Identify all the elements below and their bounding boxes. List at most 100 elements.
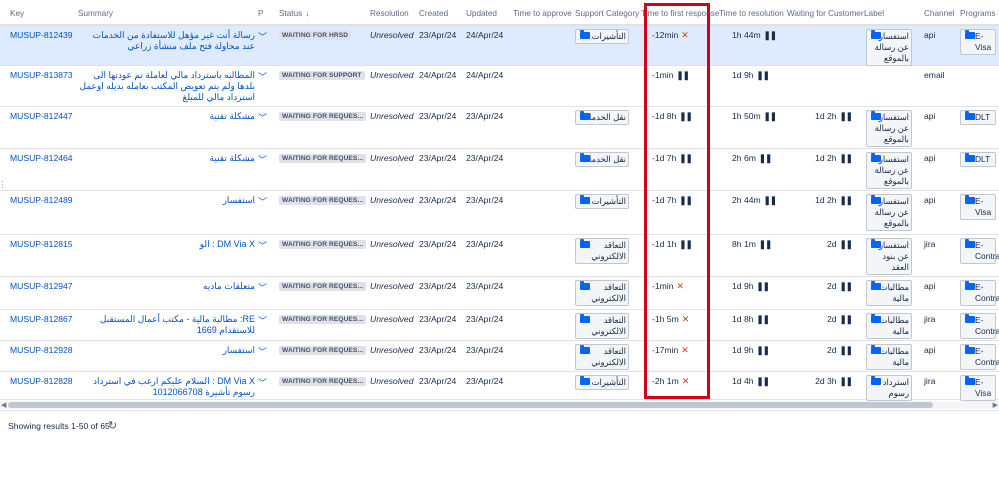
label-text: مطالبات مالية [879,282,909,303]
program-tag[interactable]: DLT [960,152,996,167]
priority-chevron-icon[interactable]: ﹀ [258,153,267,166]
label-tag[interactable]: مطالبات مالية [866,344,912,370]
issue-summary-link[interactable]: متعلقات ماديه [78,281,255,292]
col-label[interactable]: Label [864,9,884,18]
col-summary[interactable]: Summary [78,9,113,18]
program-tag[interactable]: E-Contract [960,238,999,264]
horizontal-scrollbar[interactable]: ◀ ▶ [0,401,999,409]
issue-key-link[interactable]: MUSUP-812828 [10,376,73,386]
table-row[interactable]: MUSUP-812464 مشكلة تقنية ﹀ WAITING FOR REQU… [0,149,999,191]
channel-value: email [924,70,945,80]
table-row[interactable]: MUSUP-812928 استفسار ﹀ WAITING FOR REQUES..… [0,341,999,372]
priority-chevron-icon[interactable]: ﹀ [258,239,267,252]
table-row[interactable]: MUSUP-812447 مشكلة تقنية ﹀ WAITING FOR REQU… [0,107,999,149]
program-tag[interactable]: E-Visa [960,375,996,401]
issue-summary-link[interactable]: DM Via X : السلام عليكم ارغب في استرداد … [78,376,255,398]
col-status[interactable]: Status ↓ [279,9,309,18]
priority-chevron-icon[interactable]: ﹀ [258,70,267,83]
col-resolution[interactable]: Resolution [370,9,409,18]
resolution-sla: 8h 1m ❚❚ [732,239,772,250]
issue-summary-link[interactable]: رسالة أنت غير مؤهل للاستفادة من الخدمات … [78,30,255,52]
issue-summary-link[interactable]: DM Via X : الو [78,239,255,250]
label-tag[interactable]: استفسار عن رسالة بالموقع [866,194,912,231]
channel-value: api [924,111,936,121]
col-waiting-for-customer[interactable]: Waiting for Customer [787,9,864,18]
priority-chevron-icon[interactable]: ﹀ [258,281,267,294]
table-row[interactable]: MUSUP-813873 المطالبه باسترداد مالي لعامل… [0,66,999,107]
table-row[interactable]: MUSUP-812947 متعلقات ماديه ﹀ WAITING FOR RE… [0,277,999,310]
support-category-tag[interactable]: التعاقد الالكتروني [575,313,629,339]
scroll-right-icon[interactable]: ▶ [993,401,998,409]
program-tag[interactable]: E-Visa [960,194,996,220]
program-tag[interactable]: E-Contract [960,344,999,370]
col-time-to-approve[interactable]: Time to approve [513,9,572,18]
folder-icon [965,345,975,354]
priority-chevron-icon[interactable]: ﹀ [258,111,267,124]
refresh-icon[interactable]: ↻ [108,419,117,432]
priority-chevron-icon[interactable]: ﹀ [258,195,267,208]
issue-key-link[interactable]: MUSUP-812947 [10,281,73,291]
channel-value: api [924,195,936,205]
support-category-tag[interactable]: التعاقد الالكتروني [575,238,629,264]
program-tag[interactable]: DLT [960,110,996,125]
issue-key-link[interactable]: MUSUP-813873 [10,70,73,80]
support-category-tag[interactable]: نقل الخدمات [575,110,629,125]
col-time-to-resolution[interactable]: Time to resolution [719,9,784,18]
program-tag[interactable]: E-Contract [960,280,999,306]
support-category-tag[interactable]: التأشيرات [575,375,629,390]
issue-summary-link[interactable]: مشكلة تقنية [78,111,255,122]
label-tag[interactable]: استفسار عن رسالة بالموقع [866,110,912,147]
col-support-category[interactable]: Support Category [575,9,639,18]
support-category-tag[interactable]: التعاقد الالكتروني [575,280,629,306]
issue-summary-link[interactable]: RE: مطالبة مالية - مكتب أعمال المستقبل ل… [78,314,255,336]
scrollbar-thumb[interactable] [8,402,933,408]
support-category-tag[interactable]: التعاقد الالكتروني [575,344,629,370]
col-key[interactable]: Key [10,9,24,18]
label-tag[interactable]: استفسار عن رسالة بالموقع [866,152,912,189]
col-channel[interactable]: Channel [924,9,955,18]
col-created[interactable]: Created [419,9,448,18]
priority-chevron-icon[interactable]: ﹀ [258,30,267,43]
issue-key-link[interactable]: MUSUP-812815 [10,239,73,249]
program-text: E-Visa [975,31,992,52]
issue-key-link[interactable]: MUSUP-812439 [10,30,73,40]
table-row[interactable]: MUSUP-812489 استفسار ﹀ WAITING FOR REQUES..… [0,191,999,235]
issue-key-link[interactable]: MUSUP-812928 [10,345,73,355]
table-row[interactable]: MUSUP-812815 DM Via X : الو ﹀ WAITING FOR R… [0,235,999,277]
drag-handle-icon[interactable]: · · · [1,178,4,192]
priority-chevron-icon[interactable]: ﹀ [258,345,267,358]
issue-summary-link[interactable]: مشكلة تقنية [78,153,255,164]
pause-icon: ❚❚ [756,281,770,291]
table-row[interactable]: MUSUP-812828 DM Via X : السلام عليكم ارغب… [0,372,999,401]
table-row[interactable]: MUSUP-812439 رسالة أنت غير مؤهل للاستفادة… [0,26,999,66]
priority-chevron-icon[interactable]: ﹀ [258,314,267,327]
priority-chevron-icon[interactable]: ﹀ [258,376,267,389]
scroll-left-icon[interactable]: ◀ [1,401,6,409]
folder-icon [871,30,881,39]
issue-key-link[interactable]: MUSUP-812464 [10,153,73,163]
status-lozenge: WAITING FOR HRSD [279,31,352,40]
table-row[interactable]: MUSUP-812867 RE: مطالبة مالية - مكتب أعما… [0,310,999,341]
col-p[interactable]: P [258,9,263,18]
label-tag[interactable]: مطالبات مالية [866,280,912,306]
issue-summary-link[interactable]: استفسار [78,195,255,206]
label-tag[interactable]: مطالبات مالية [866,313,912,339]
issue-key-link[interactable]: MUSUP-812489 [10,195,73,205]
col-updated[interactable]: Updated [466,9,497,18]
program-tag[interactable]: E-Contract [960,313,999,339]
issue-key-link[interactable]: MUSUP-812867 [10,314,73,324]
program-text: DLT [975,154,991,164]
support-category-tag[interactable]: نقل الخدمات [575,152,629,167]
folder-icon [580,345,590,354]
col-programs[interactable]: Programs [960,9,996,18]
support-category-tag[interactable]: التأشيرات [575,194,629,209]
issue-summary-link[interactable]: استفسار [78,345,255,356]
program-tag[interactable]: E-Visa [960,29,996,55]
col-status-label: Status [279,9,303,18]
label-tag[interactable]: استرداد رسوم [866,375,912,401]
support-category-tag[interactable]: التأشيرات [575,29,629,44]
label-tag[interactable]: استفسار عن رسالة بالموقع [866,29,912,66]
issue-key-link[interactable]: MUSUP-812447 [10,111,73,121]
issue-summary-link[interactable]: المطالبه باسترداد مالي لعاملة تم عودتها … [78,70,255,103]
label-tag[interactable]: استفسار عن بنود العقد [866,238,912,275]
